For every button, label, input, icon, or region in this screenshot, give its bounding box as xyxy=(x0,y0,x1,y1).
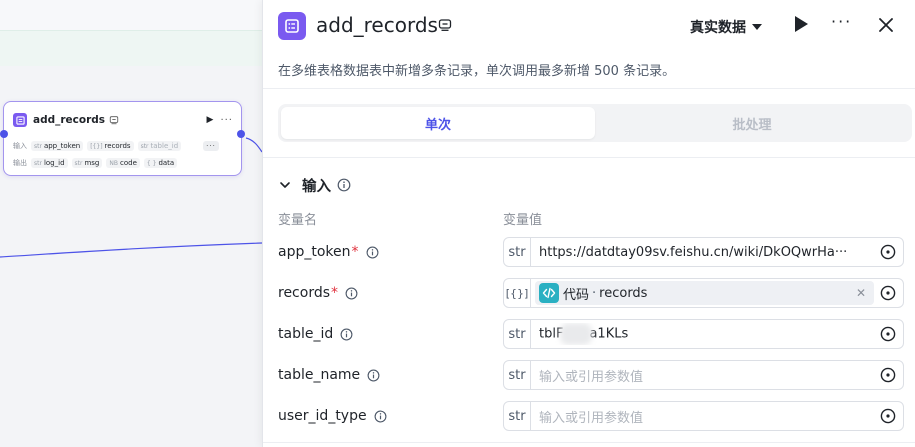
node-output-port[interactable] xyxy=(237,130,245,138)
run-icon[interactable] xyxy=(793,15,809,33)
variable-reference-chip[interactable]: 代码 · records ✕ xyxy=(535,281,874,305)
reference-variable-name: records xyxy=(599,285,648,301)
node-header: add_records ▶ ··· xyxy=(13,111,233,129)
table-id-input[interactable]: str tblF a1KLs xyxy=(503,319,904,349)
run-mode-tabs: 单次 批处理 xyxy=(278,104,912,142)
node-outputs-row: 输出 str log_id str msg NB code { } data xyxy=(13,157,178,169)
column-header-value: 变量值 xyxy=(503,213,543,228)
param-label: app_token * xyxy=(278,244,379,260)
reference-separator: · xyxy=(592,285,597,301)
node-inputs-more[interactable]: ··· xyxy=(203,141,219,151)
param-value[interactable]: https://datdtay09sv.feishu.cn/wiki/DkOQw… xyxy=(531,245,874,260)
type-badge: str xyxy=(504,320,531,348)
app-token-input[interactable]: str https://datdtay09sv.feishu.cn/wiki/D… xyxy=(503,237,904,267)
connection-wires xyxy=(0,137,262,258)
param-label: table_name xyxy=(278,367,380,383)
data-mode-dropdown[interactable]: 真实数据 xyxy=(690,17,762,37)
node-output-chip: { } data xyxy=(143,158,178,168)
records-input[interactable]: [{}] 代码 · records ✕ xyxy=(503,278,904,308)
node-output-chip: NB code xyxy=(106,158,140,168)
param-row-table-id: table_id str tblF a1KLs xyxy=(263,319,915,349)
more-icon[interactable]: ··· xyxy=(831,12,852,31)
data-mode-label: 真实数据 xyxy=(690,20,746,36)
divider xyxy=(263,442,915,447)
param-label: user_id_type xyxy=(278,408,387,424)
reference-variable-icon[interactable] xyxy=(880,408,896,424)
node-more-icon[interactable]: ··· xyxy=(220,115,233,126)
type-badge: str xyxy=(504,402,531,430)
code-icon xyxy=(539,283,559,303)
panel-title[interactable]: add_records xyxy=(316,13,438,37)
workflow-node-add-records[interactable]: add_records ▶ ··· 输入 str app_token [{}] re… xyxy=(0,101,245,176)
node-input-chip: [{}] records xyxy=(87,141,134,151)
input-section-toggle[interactable]: 输入 xyxy=(278,175,351,195)
param-placeholder[interactable]: 输入或引用参数值 xyxy=(531,407,874,426)
table-name-input[interactable]: str 输入或引用参数值 xyxy=(503,360,904,390)
param-placeholder[interactable]: 输入或引用参数值 xyxy=(531,366,874,385)
chevron-down-icon xyxy=(280,182,290,188)
param-row-records: records * [{}] 代码 · records ✕ xyxy=(263,278,915,308)
param-row-table-name: table_name str 输入或引用参数值 xyxy=(263,360,915,390)
required-mark: * xyxy=(351,244,359,260)
close-icon[interactable] xyxy=(878,17,894,33)
table-icon xyxy=(278,12,306,40)
param-value[interactable]: tblF a1KLs xyxy=(531,323,874,345)
tab-single[interactable]: 单次 xyxy=(281,107,595,139)
user-id-type-input[interactable]: str 输入或引用参数值 xyxy=(503,401,904,431)
info-icon[interactable] xyxy=(340,328,353,341)
node-output-label: 输出 xyxy=(13,159,27,167)
info-icon[interactable] xyxy=(337,178,351,192)
info-icon[interactable] xyxy=(345,287,358,300)
param-row-app-token: app_token * str https://datdtay09sv.feish… xyxy=(263,237,915,267)
plugin-badge-icon xyxy=(109,116,119,125)
node-input-chip: str table_id xyxy=(137,141,182,151)
reference-variable-icon[interactable] xyxy=(880,244,896,260)
node-output-chip: str msg xyxy=(71,158,103,168)
param-label: table_id xyxy=(278,326,353,342)
param-label: records * xyxy=(278,285,358,301)
remove-reference-icon[interactable]: ✕ xyxy=(852,286,870,300)
type-badge: str xyxy=(504,361,531,389)
param-row-user-id-type: user_id_type str 输入或引用参数值 xyxy=(263,401,915,431)
info-icon[interactable] xyxy=(367,369,380,382)
workflow-canvas[interactable]: add_records ▶ ··· 输入 str app_token [{}] re… xyxy=(0,0,262,447)
column-header-name: 变量名 xyxy=(278,213,318,228)
reference-variable-icon[interactable] xyxy=(880,367,896,383)
connection-wire-bottom xyxy=(0,242,262,258)
plugin-badge-icon xyxy=(438,19,452,31)
reference-variable-icon[interactable] xyxy=(880,285,896,301)
panel-description: 在多维表格数据表中新增多条记录，单次调用最多新增 500 条记录。 xyxy=(278,64,676,79)
node-output-chip: str log_id xyxy=(31,158,68,168)
node-input-port[interactable] xyxy=(0,130,8,138)
section-title: 输入 xyxy=(302,178,331,195)
node-title: add_records xyxy=(33,114,106,126)
info-icon[interactable] xyxy=(366,246,379,259)
type-badge: str xyxy=(504,238,531,266)
type-badge: [{}] xyxy=(504,279,531,307)
caret-down-icon xyxy=(752,24,762,30)
node-inputs-row: 输入 str app_token [{}] records str table_id … xyxy=(13,140,219,152)
required-mark: * xyxy=(331,285,339,301)
panel-header: add_records 真实数据 ··· xyxy=(263,0,915,52)
connection-wire-right xyxy=(245,137,262,153)
table-icon xyxy=(13,113,27,127)
reference-node-name: 代码 xyxy=(563,287,590,303)
info-icon[interactable] xyxy=(374,410,387,423)
node-config-panel: add_records 真实数据 ··· 在多维表格数据表中新增多条记录，单次调… xyxy=(262,0,915,447)
node-run-icon[interactable]: ▶ xyxy=(207,115,214,125)
node-input-label: 输入 xyxy=(13,142,27,150)
redacted-mask xyxy=(560,323,593,345)
divider xyxy=(263,88,915,89)
reference-variable-icon[interactable] xyxy=(880,326,896,342)
node-input-chip: str app_token xyxy=(31,141,84,151)
divider xyxy=(263,157,915,158)
tab-batch[interactable]: 批处理 xyxy=(595,107,909,139)
